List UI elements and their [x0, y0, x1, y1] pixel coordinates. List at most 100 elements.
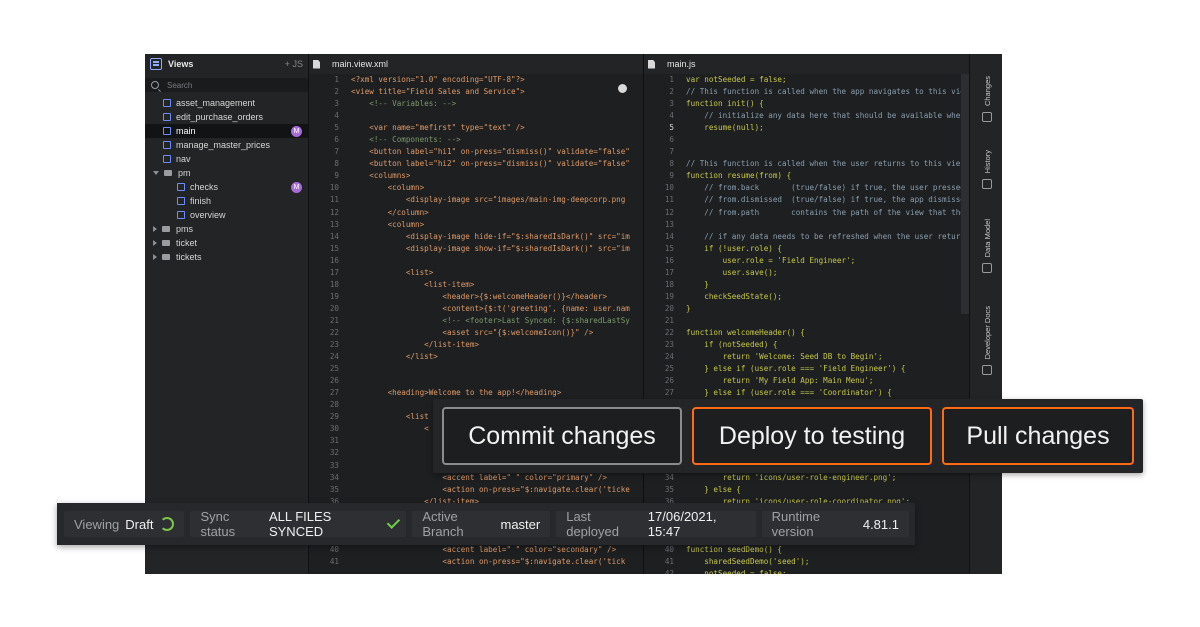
sidebar-item-overview[interactable]: overview	[145, 208, 308, 222]
code-line[interactable]: 11 // from.dismissed (true/false) if tru…	[644, 194, 969, 206]
code-line[interactable]: 8 <button label="hi2" on-press="dismiss(…	[309, 158, 643, 170]
sidebar-item-main[interactable]: main M	[145, 124, 308, 138]
code-line[interactable]: 25 } else if (user.role === 'Field Engin…	[644, 363, 969, 375]
sidebar-item-pms[interactable]: pms	[145, 222, 308, 236]
code-line[interactable]: 21 <!-- <footer>Last Synced: {$:sharedLa…	[309, 315, 643, 327]
code-line[interactable]: 24 </list>	[309, 351, 643, 363]
code-line[interactable]: 22 <asset src="{$:welcomeIcon()}" />	[309, 327, 643, 339]
code-line[interactable]: 16	[309, 255, 643, 267]
code-line[interactable]: 40 <accent label=" " color="secondary" /…	[309, 544, 643, 556]
code-line[interactable]: 9 <columns>	[309, 170, 643, 182]
code-line[interactable]: 42 notSeeded = false;	[644, 568, 969, 574]
code-line[interactable]: 10 // from.back (true/false) if true, th…	[644, 182, 969, 194]
code-line[interactable]: 25	[309, 363, 643, 375]
add-view-button[interactable]: + JS	[285, 59, 303, 69]
code-line[interactable]: 11 <display-image src="images/main-img-d…	[309, 194, 643, 206]
code-line[interactable]: 12 // from.path contains the path of the…	[644, 207, 969, 219]
code-line[interactable]: 1 <?xml version="1.0" encoding="UTF-8"?>	[309, 74, 643, 86]
code-line[interactable]: 40 function seedDemo() {	[644, 544, 969, 556]
activity-data-model[interactable]: Data Model	[978, 219, 996, 274]
editor-xml[interactable]: main.view.xml 1 <?xml version="1.0" encod…	[309, 54, 644, 574]
code-line[interactable]: 35 <action on-press="$:navigate.clear('t…	[309, 484, 643, 496]
code-area[interactable]: 1 var notSeeded = false; 2 // This function…	[644, 74, 969, 574]
code-line[interactable]: 34 return 'icons/user-role-engineer.png'…	[644, 472, 969, 484]
activity-history[interactable]: History	[978, 150, 996, 190]
code-line[interactable]: 41 <action on-press="$:navigate.clear('t…	[309, 556, 643, 568]
code-line[interactable]: 14 <display-image hide-if="$:sharedIsDar…	[309, 231, 643, 243]
code-line[interactable]: 17 user.save();	[644, 267, 969, 279]
code-line[interactable]: 1 var notSeeded = false;	[644, 74, 969, 86]
code-line[interactable]: 13 <column>	[309, 219, 643, 231]
sidebar-item-manage-master-prices[interactable]: manage_master_prices	[145, 138, 308, 152]
code-area[interactable]: 1 <?xml version="1.0" encoding="UTF-8"?> 2…	[309, 74, 643, 574]
status-branch[interactable]: Active Branch master	[412, 509, 551, 539]
code-line[interactable]: 5 resume(null);	[644, 122, 969, 134]
code-line[interactable]: 15 if (!user.role) {	[644, 243, 969, 255]
code-line[interactable]: 9 function resume(from) {	[644, 170, 969, 182]
pull-changes-button[interactable]: Pull changes	[942, 407, 1134, 465]
code-line[interactable]: 7 <button label="hi1" on-press="dismiss(…	[309, 146, 643, 158]
sidebar-item-checks[interactable]: checks M	[145, 180, 308, 194]
code-line[interactable]: 19 checkSeedState();	[644, 291, 969, 303]
code-line[interactable]: 21	[644, 315, 969, 327]
code-line[interactable]: 27 } else if (user.role === 'Coordinator…	[644, 387, 969, 399]
activity-changes[interactable]: Changes	[978, 76, 996, 123]
chevron-down-icon[interactable]	[153, 171, 159, 175]
code-line[interactable]: 15 <display-image show-if="$:sharedIsDar…	[309, 243, 643, 255]
sidebar-item-finish[interactable]: finish	[145, 194, 308, 208]
code-line[interactable]: 2 <view title="Field Sales and Service">	[309, 86, 643, 98]
code-line[interactable]: 6	[644, 134, 969, 146]
code-line[interactable]: 4 // initialize any data here that shoul…	[644, 110, 969, 122]
code-line[interactable]: 26	[309, 375, 643, 387]
code-line[interactable]: 2 // This function is called when the app…	[644, 86, 969, 98]
status-viewing[interactable]: Viewing Draft	[64, 511, 185, 537]
code-line[interactable]: 22 function welcomeHeader() {	[644, 327, 969, 339]
code-line[interactable]: 3 function init() {	[644, 98, 969, 110]
code-line[interactable]: 6 <!-- Components: -->	[309, 134, 643, 146]
sidebar-item-tickets[interactable]: tickets	[145, 250, 308, 264]
code-line[interactable]: 7	[644, 146, 969, 158]
editor-js[interactable]: main.js 1 var notSeeded = false; 2 // This …	[644, 54, 969, 574]
code-line[interactable]: 12 </column>	[309, 207, 643, 219]
editor-scrollbar[interactable]	[961, 74, 969, 314]
code-line[interactable]: 17 <list>	[309, 267, 643, 279]
code-line[interactable]: 10 <column>	[309, 182, 643, 194]
sidebar-item-ticket[interactable]: ticket	[145, 236, 308, 250]
code-line[interactable]: 8 // This function is called when the use…	[644, 158, 969, 170]
chevron-right-icon[interactable]	[153, 226, 157, 232]
code-line[interactable]: 23 if (notSeeded) {	[644, 339, 969, 351]
chevron-right-icon[interactable]	[153, 254, 157, 260]
code-line[interactable]: 27 <heading>Welcome to the app!</heading…	[309, 387, 643, 399]
code-line[interactable]: 41 sharedSeedDemo('seed');	[644, 556, 969, 568]
sidebar-item-nav[interactable]: nav	[145, 152, 308, 166]
search-input[interactable]: Search	[167, 81, 192, 90]
sidebar-search[interactable]: Search	[145, 78, 308, 92]
code-line[interactable]: 23 </list-item>	[309, 339, 643, 351]
code-line[interactable]: 18 }	[644, 279, 969, 291]
chevron-right-icon[interactable]	[153, 240, 157, 246]
code-line[interactable]: 20 <content>{$:t('greeting', {name: user…	[309, 303, 643, 315]
editor-tab-js[interactable]: main.js	[644, 54, 969, 74]
sidebar-item-pm[interactable]: pm	[145, 166, 308, 180]
code-line[interactable]: 35 } else {	[644, 484, 969, 496]
commit-changes-button[interactable]: Commit changes	[442, 407, 682, 465]
code-line[interactable]: 34 <accent label=" " color="primary" />	[309, 472, 643, 484]
editor-tab-xml[interactable]: main.view.xml	[309, 54, 643, 74]
sidebar-item-edit-purchase-orders[interactable]: edit_purchase_orders	[145, 110, 308, 124]
code-line[interactable]: 5 <var name="mefirst" type="text" />	[309, 122, 643, 134]
deploy-to-testing-button[interactable]: Deploy to testing	[692, 407, 932, 465]
code-line[interactable]: 20}	[644, 303, 969, 315]
code-line[interactable]: 16 user.role = 'Field Engineer';	[644, 255, 969, 267]
status-label: Sync status	[200, 509, 236, 539]
code-line[interactable]: 3 <!-- Variables: -->	[309, 98, 643, 110]
code-line[interactable]: 13	[644, 219, 969, 231]
code-line[interactable]: 4	[309, 110, 643, 122]
sidebar-item-asset-management[interactable]: asset_management	[145, 96, 308, 110]
code-line[interactable]: 24 return 'Welcome: Seed DB to Begin';	[644, 351, 969, 363]
palette-icon[interactable]	[618, 84, 627, 93]
code-line[interactable]: 18 <list-item>	[309, 279, 643, 291]
code-line[interactable]: 14 // if any data needs to be refreshed …	[644, 231, 969, 243]
activity-developer-docs[interactable]: Developer Docs	[978, 306, 996, 376]
code-line[interactable]: 26 return 'My Field App: Main Menu';	[644, 375, 969, 387]
code-line[interactable]: 19 <header>{$:welcomeHeader()}</header>	[309, 291, 643, 303]
